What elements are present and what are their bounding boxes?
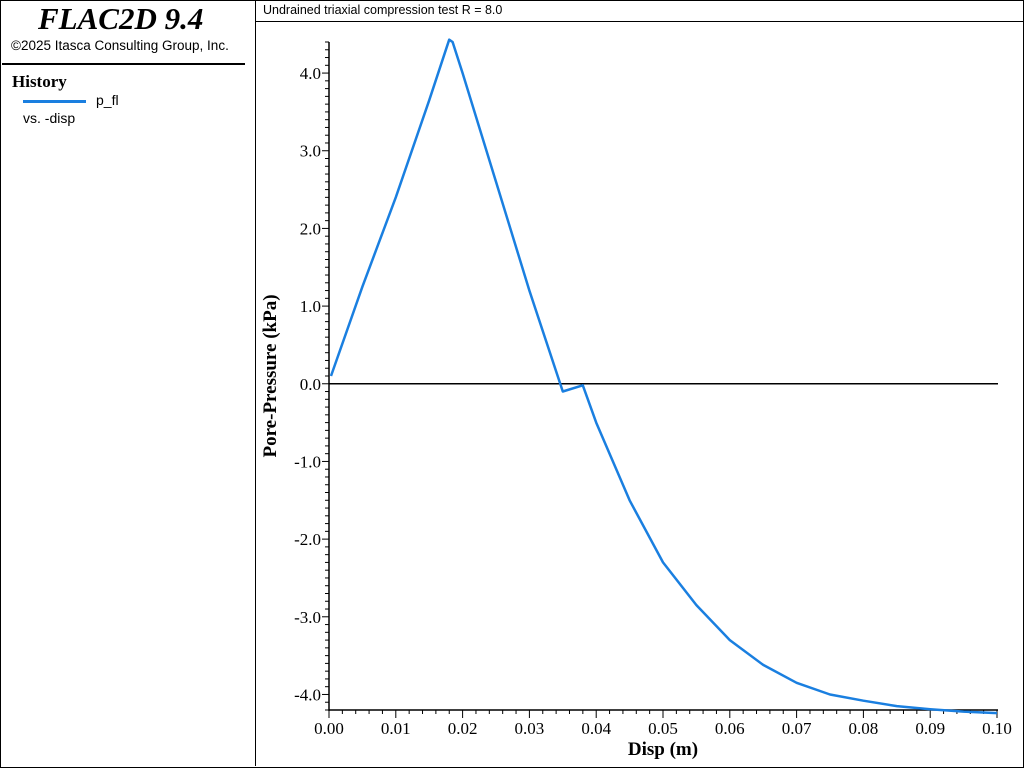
x-tick-label: 0.09 [915,719,945,738]
x-tick-label: 0.06 [715,719,745,738]
y-axis-title: Pore-Pressure (kPa) [260,294,281,457]
y-tick-label: -4.0 [294,685,321,704]
plot-title: Undrained triaxial compression test R = … [263,3,503,17]
legend-divider [2,63,245,65]
y-tick-label: 0.0 [300,375,321,394]
x-tick-label: 0.01 [381,719,411,738]
x-tick-label: 0.03 [515,719,545,738]
x-tick-label: 0.08 [849,719,879,738]
x-tick-label: 0.10 [982,719,1012,738]
legend-line-swatch [23,100,86,103]
y-tick-label: 2.0 [300,219,321,238]
legend-vs-label: vs. -disp [23,110,76,126]
legend-panel: FLAC2D 9.4 ©2025 Itasca Consulting Group… [0,0,256,766]
copyright-notice: ©2025 Itasca Consulting Group, Inc. [11,38,229,53]
plot-title-bar: Undrained triaxial compression test R = … [256,0,1023,22]
history-chart: 4.0 3.0 2.0 1.0 0.0 -1.0 -2.0 -3.0 -4.0 0.00 0.01 0… [260,38,1012,760]
x-tick-label: 0.05 [648,719,678,738]
y-tick-label: -1.0 [294,452,321,471]
legend-series-name: p_fl [96,92,119,108]
app-title: FLAC2D 9.4 [38,1,204,36]
y-tick-label: 1.0 [300,297,321,316]
x-tick-label: 0.04 [581,719,611,738]
x-tick-label: 0.00 [314,719,344,738]
y-tick-label: 3.0 [300,142,321,161]
x-tick-label: 0.07 [782,719,812,738]
history-heading: History [12,72,67,91]
x-tick-label: 0.02 [448,719,478,738]
y-tick-label: -3.0 [294,608,321,627]
y-tick-label: 4.0 [300,64,321,83]
y-tick-label: -2.0 [294,530,321,549]
series-line-p_fl [329,38,998,715]
x-axis-title: Disp (m) [628,739,698,760]
